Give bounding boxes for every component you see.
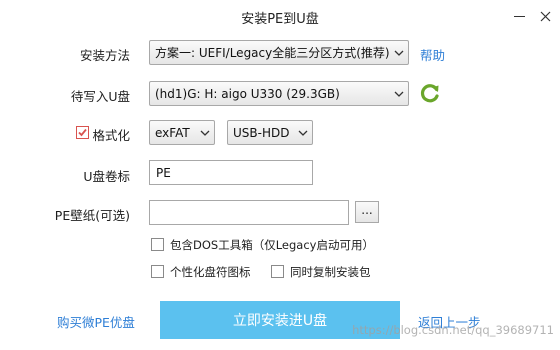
install-method-value: 方案一: UEFI/Legacy全能三分区方式(推荐) — [155, 46, 390, 60]
browse-button[interactable]: ... — [355, 201, 379, 223]
target-drive-label: 待写入U盘 — [70, 89, 130, 104]
filesystem-value: exFAT — [155, 125, 190, 140]
watermark: https://blog.csdn.net/qq_39689711 — [352, 323, 554, 337]
chevron-down-icon — [390, 82, 408, 105]
target-drive-select[interactable]: (hd1)G: H: aigo U330 (29.3GB) — [149, 81, 409, 106]
chevron-down-icon — [390, 41, 408, 64]
format-label: 格式化 — [92, 128, 130, 143]
boot-mode-value: USB-HDD — [233, 125, 290, 140]
install-method-select[interactable]: 方案一: UEFI/Legacy全能三分区方式(推荐) — [149, 40, 409, 65]
target-drive-value: (hd1)G: H: aigo U330 (29.3GB) — [155, 86, 340, 101]
filesystem-select[interactable]: exFAT — [149, 120, 215, 145]
window-title: 安装PE到U盘 — [241, 12, 319, 27]
copy-package-label: 同时复制安装包 — [290, 265, 371, 279]
custom-icon-label: 个性化盘符图标 — [170, 265, 251, 279]
dos-tools-label: 包含DOS工具箱（仅Legacy启动可用） — [170, 238, 374, 252]
copy-package-checkbox[interactable] — [271, 265, 284, 278]
minimize-icon — [513, 15, 525, 17]
volume-label-input[interactable] — [149, 160, 313, 185]
chevron-down-icon — [294, 121, 312, 144]
refresh-icon — [420, 84, 439, 103]
install-method-label: 安装方法 — [79, 48, 130, 63]
volume-label-label: U盘卷标 — [83, 169, 130, 184]
wallpaper-path-input[interactable] — [149, 200, 349, 225]
close-icon — [540, 11, 550, 21]
custom-icon-checkbox[interactable] — [151, 265, 164, 278]
dos-tools-checkbox[interactable] — [151, 238, 164, 251]
refresh-button[interactable] — [418, 81, 442, 105]
boot-mode-select[interactable]: USB-HDD — [227, 120, 313, 145]
buy-usb-link[interactable]: 购买微PE优盘 — [57, 312, 135, 331]
chevron-down-icon — [196, 121, 214, 144]
title-bar: 安装PE到U盘 — [0, 0, 560, 32]
close-button[interactable] — [532, 4, 558, 28]
help-link[interactable]: 帮助 — [420, 45, 445, 64]
wallpaper-label: PE壁纸(可选) — [54, 208, 130, 223]
minimize-button[interactable] — [506, 4, 532, 28]
